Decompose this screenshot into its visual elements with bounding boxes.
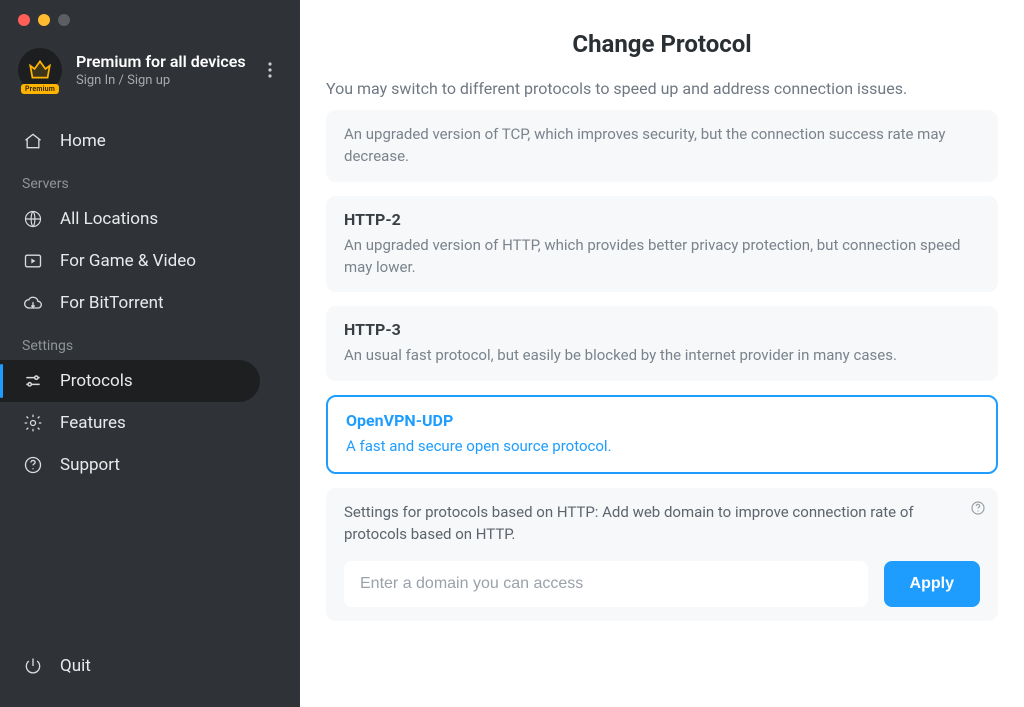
main-panel: Change Protocol You may switch to differ… bbox=[300, 0, 1024, 707]
maximize-window-button[interactable] bbox=[58, 14, 70, 26]
sidebar-item-bittorrent[interactable]: For BitTorrent bbox=[0, 282, 300, 324]
play-icon bbox=[22, 250, 44, 272]
sidebar-item-label: For BitTorrent bbox=[60, 293, 164, 313]
sidebar-item-label: Features bbox=[60, 413, 126, 433]
account-block[interactable]: Premium Premium for all devices Sign In … bbox=[0, 26, 300, 102]
account-title: Premium for all devices bbox=[76, 52, 246, 71]
protocol-card[interactable]: An upgraded version of TCP, which improv… bbox=[326, 110, 998, 182]
sidebar-item-game-video[interactable]: For Game & Video bbox=[0, 240, 300, 282]
minimize-window-button[interactable] bbox=[38, 14, 50, 26]
download-cloud-icon bbox=[22, 292, 44, 314]
sidebar-item-label: Quit bbox=[60, 656, 91, 676]
apply-button[interactable]: Apply bbox=[884, 561, 980, 607]
sidebar-item-label: Home bbox=[60, 131, 106, 151]
protocol-card-http3[interactable]: HTTP-3 An usual fast protocol, but easil… bbox=[326, 306, 998, 381]
account-subtitle[interactable]: Sign In / Sign up bbox=[76, 73, 246, 88]
page-title: Change Protocol bbox=[326, 30, 998, 58]
sidebar-item-features[interactable]: Features bbox=[0, 402, 300, 444]
sidebar-item-label: All Locations bbox=[60, 209, 158, 229]
home-icon bbox=[22, 130, 44, 152]
globe-icon bbox=[22, 208, 44, 230]
nav: Home Servers All Locations For Game & Vi… bbox=[0, 120, 300, 486]
protocol-desc: An usual fast protocol, but easily be bl… bbox=[344, 345, 980, 367]
protocol-card-openvpn-udp[interactable]: OpenVPN-UDP A fast and secure open sourc… bbox=[326, 395, 998, 474]
section-servers: Servers bbox=[0, 170, 300, 198]
sidebar-item-support[interactable]: Support bbox=[0, 444, 300, 486]
power-icon bbox=[22, 655, 44, 677]
sidebar-item-home[interactable]: Home bbox=[0, 120, 300, 162]
protocol-desc: A fast and secure open source protocol. bbox=[346, 436, 978, 458]
sidebar-item-all-locations[interactable]: All Locations bbox=[0, 198, 300, 240]
protocol-title: OpenVPN-UDP bbox=[346, 411, 978, 430]
more-menu-icon[interactable] bbox=[256, 56, 284, 84]
sidebar-item-quit[interactable]: Quit bbox=[0, 645, 300, 687]
sliders-icon bbox=[22, 370, 44, 392]
premium-badge: Premium bbox=[21, 84, 59, 94]
sidebar-item-label: Support bbox=[60, 455, 120, 475]
help-icon bbox=[22, 454, 44, 476]
domain-settings-card: Settings for protocols based on HTTP: Ad… bbox=[326, 488, 998, 622]
page-subtitle: You may switch to different protocols to… bbox=[326, 78, 998, 100]
sidebar-item-label: For Game & Video bbox=[60, 251, 196, 271]
protocol-card-http2[interactable]: HTTP-2 An upgraded version of HTTP, whic… bbox=[326, 196, 998, 293]
protocol-desc: An upgraded version of HTTP, which provi… bbox=[344, 235, 980, 279]
sidebar-item-label: Protocols bbox=[60, 371, 133, 391]
section-settings: Settings bbox=[0, 332, 300, 360]
help-icon[interactable] bbox=[970, 500, 986, 516]
close-window-button[interactable] bbox=[18, 14, 30, 26]
crown-icon: Premium bbox=[18, 48, 62, 92]
domain-input[interactable] bbox=[344, 561, 868, 607]
sidebar: Premium Premium for all devices Sign In … bbox=[0, 0, 300, 707]
protocol-title: HTTP-3 bbox=[344, 320, 980, 339]
protocol-title: HTTP-2 bbox=[344, 210, 980, 229]
protocol-desc: An upgraded version of TCP, which improv… bbox=[344, 124, 980, 168]
domain-hint: Settings for protocols based on HTTP: Ad… bbox=[344, 502, 980, 546]
sidebar-item-protocols[interactable]: Protocols bbox=[0, 360, 260, 402]
gear-icon bbox=[22, 412, 44, 434]
window-controls bbox=[0, 0, 300, 26]
account-text: Premium for all devices Sign In / Sign u… bbox=[76, 52, 246, 88]
